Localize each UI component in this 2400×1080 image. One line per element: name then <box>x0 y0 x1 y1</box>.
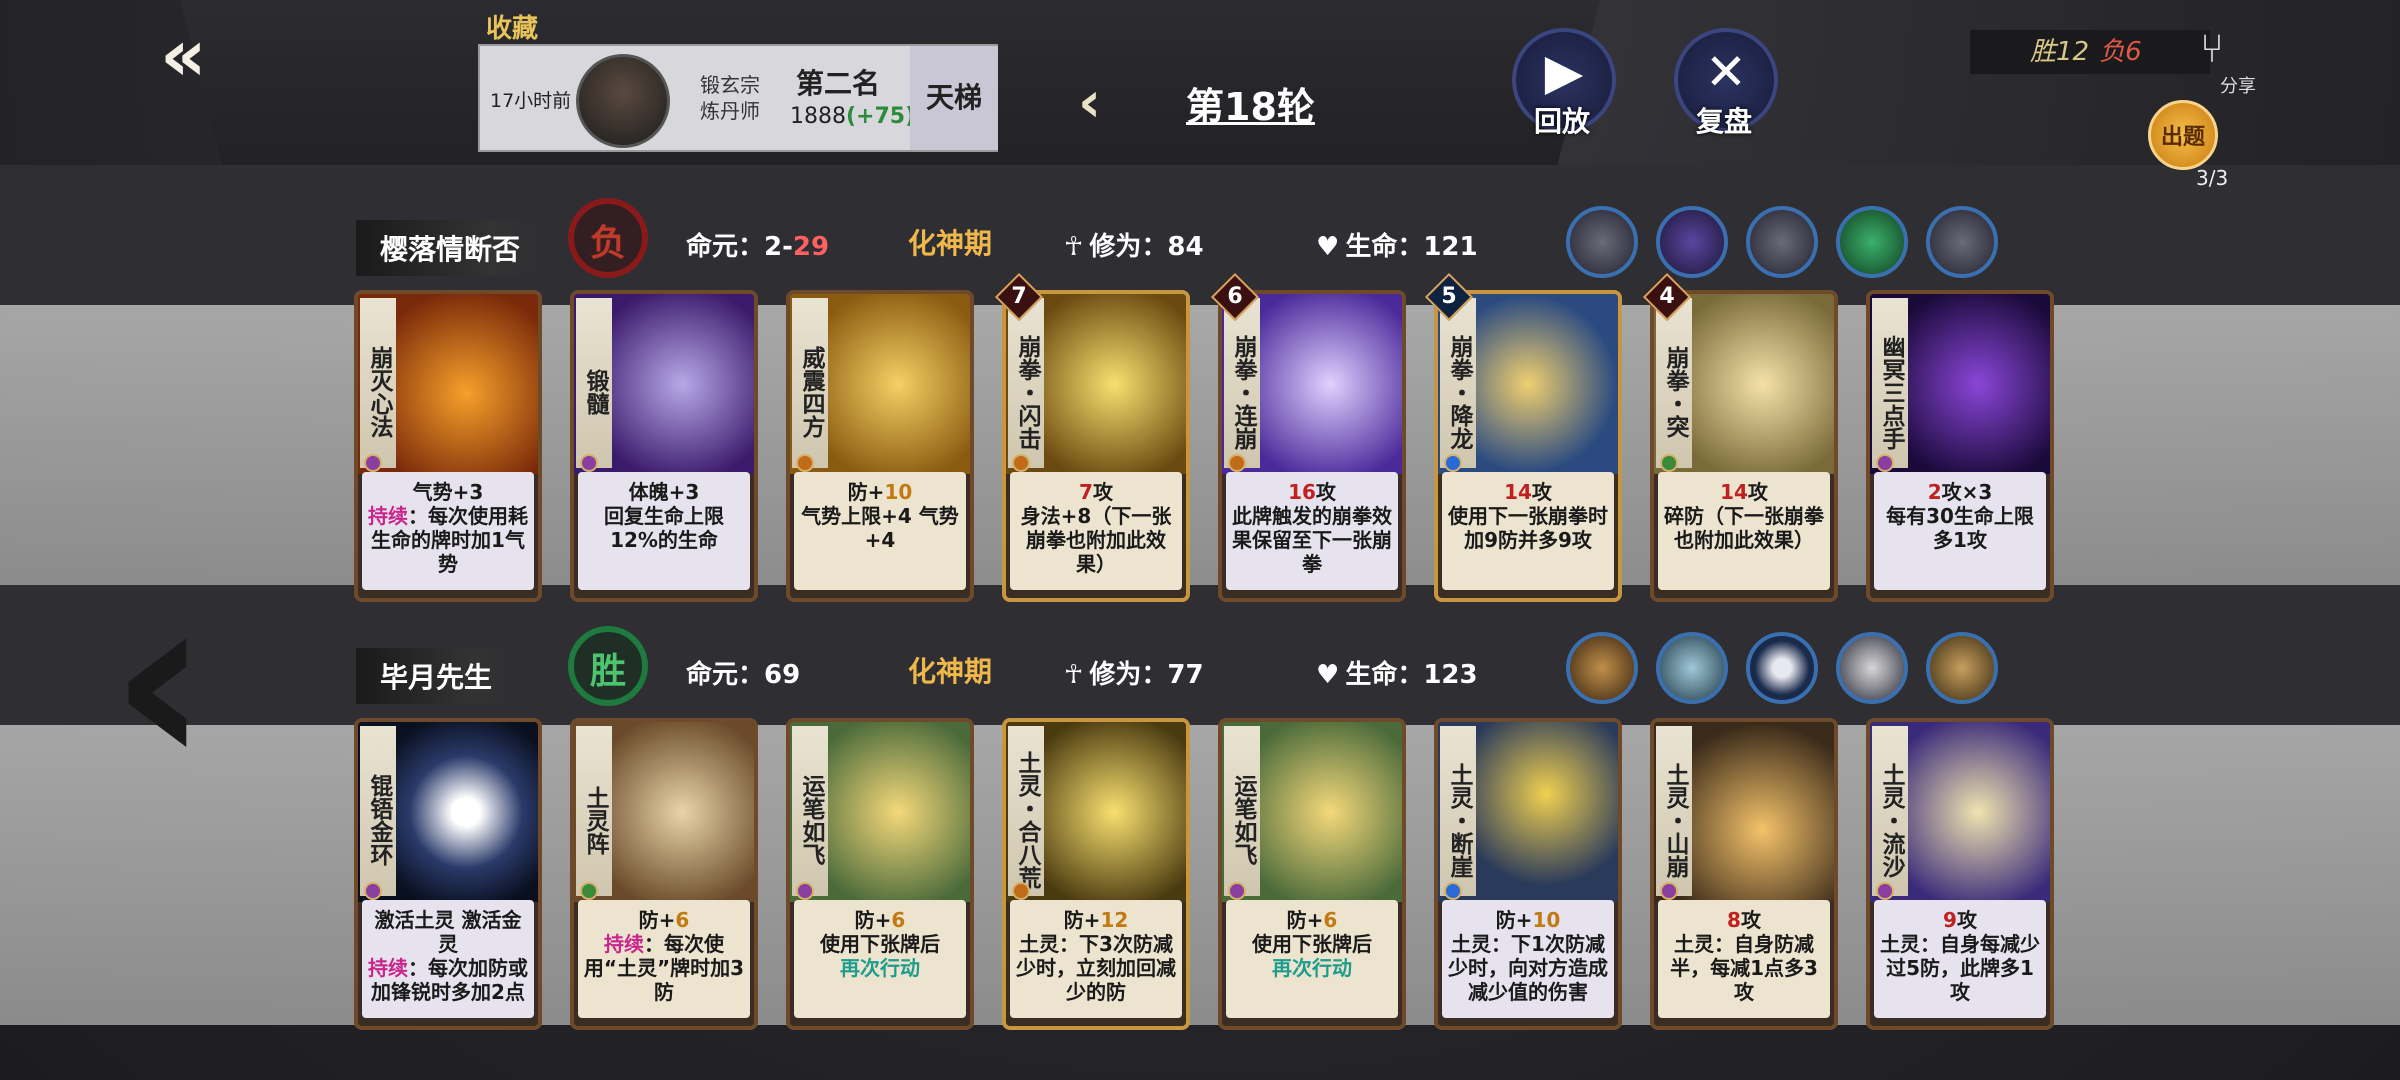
card[interactable]: 崩灭心法 气势+3 持续：每次使用耗生命的牌时加1气势 <box>354 290 542 602</box>
player2-companion-avatar[interactable] <box>1656 632 1728 704</box>
card[interactable]: 威震四方 防+10 气势上限+4 气势+4 <box>786 290 974 602</box>
card[interactable]: 运笔如飞 防+6 使用下张牌后 再次行动 <box>786 718 974 1030</box>
opponent-avatar <box>576 54 670 148</box>
player1-life: 命元：2-29 <box>686 232 830 262</box>
card[interactable]: 土灵・合八荒 防+12 土灵：下3次防减少时，立刻加回减少的防 <box>1002 718 1190 1030</box>
card[interactable]: 崩拳・降龙 14攻 使用下一张崩拳时加9防并多9攻 <box>1434 290 1622 602</box>
player2-companion-avatar[interactable] <box>1836 632 1908 704</box>
player2-result-badge: 胜 <box>568 626 648 706</box>
meditation-icon: ☥ <box>1064 232 1084 262</box>
round-label[interactable]: 第18轮 <box>1186 76 1315 131</box>
player2-realm: 化神期 <box>908 655 993 688</box>
player1-result-badge: 负 <box>568 198 648 278</box>
player2-hp: ♥ 生命：123 <box>1316 660 1478 690</box>
match-time: 17小时前 <box>490 90 572 112</box>
opponent-sect: 锻玄宗 炼丹师 <box>700 73 760 123</box>
previous-round-chevron-icon[interactable]: ‹ <box>1078 70 1101 135</box>
player1-companion-avatar[interactable] <box>1836 206 1908 278</box>
card[interactable]: 土灵阵 防+6 持续：每次使用“土灵”牌时加3防 <box>570 718 758 1030</box>
card[interactable]: 锟铻金环 激活土灵 激活金灵 持续：每次加防或加锋锐时多加2点 <box>354 718 542 1030</box>
opponent-rank: 第二名 <box>796 67 881 100</box>
quest-count: 3/3 <box>2196 166 2229 190</box>
card[interactable]: 锻髓 体魄+3 回复生命上限12%的生命 <box>570 290 758 602</box>
player2-cultivation: ☥ 修为：77 <box>1064 660 1204 690</box>
card[interactable]: 崩拳・连崩 16攻 此牌触发的崩拳效果保留至下一张崩拳 <box>1218 290 1406 602</box>
player2-companion-avatar[interactable] <box>1926 632 1998 704</box>
card[interactable]: 土灵・流沙 9攻 土灵：自身每减少过5防，此牌多1攻 <box>1866 718 2054 1030</box>
favorite-label[interactable]: 收藏 <box>486 8 538 45</box>
player1-companion-avatar[interactable] <box>1656 206 1728 278</box>
win-loss-record: 胜12 负6 <box>1970 30 2210 74</box>
opponent-info-box[interactable]: 17小时前 锻玄宗 炼丹师 第二名 1888(+75) 天梯 <box>478 44 998 152</box>
card[interactable]: 土灵・山崩 8攻 土灵：自身防减半，每减1点多3攻 <box>1650 718 1838 1030</box>
review-label: 复盘 <box>1696 105 1753 138</box>
card[interactable]: 崩拳・突 14攻 碎防（下一张崩拳也附加此效果） <box>1650 290 1838 602</box>
card[interactable]: 土灵・断崖 防+10 土灵：下1次防减少时，向对方造成减少值的伤害 <box>1434 718 1622 1030</box>
heart-icon: ♥ <box>1316 660 1340 690</box>
replay-label: 回放 <box>1534 105 1591 138</box>
card[interactable]: 崩拳・闪击 7攻 身法+8（下一张崩拳也附加此效果） <box>1002 290 1190 602</box>
share-label[interactable]: 分享 <box>2220 72 2256 98</box>
ladder-tab[interactable]: 天梯 <box>910 46 998 150</box>
back-button[interactable]: « <box>160 19 260 91</box>
previous-chevron-icon[interactable]: ‹ <box>110 560 209 800</box>
heart-icon: ♥ <box>1316 232 1340 262</box>
player1-realm: 化神期 <box>908 227 993 260</box>
player2-name[interactable]: 毕月先生 <box>356 648 523 704</box>
player2-companion-avatar[interactable] <box>1566 632 1638 704</box>
card[interactable]: 运笔如飞 防+6 使用下张牌后 再次行动 <box>1218 718 1406 1030</box>
player1-name[interactable]: 樱落情断否 <box>356 220 551 276</box>
player2-companion-avatar[interactable] <box>1746 632 1818 704</box>
meditation-icon: ☥ <box>1064 660 1084 690</box>
player1-cultivation: ☥ 修为：84 <box>1064 232 1204 262</box>
player1-companion-avatar[interactable] <box>1566 206 1638 278</box>
card[interactable]: 幽冥三点手 2攻×3 每有30生命上限多1攻 <box>1866 290 2054 602</box>
player1-companion-avatar[interactable] <box>1746 206 1818 278</box>
player1-hp: ♥ 生命：121 <box>1316 232 1478 262</box>
quest-button[interactable]: 出题 <box>2148 100 2218 170</box>
player2-life: 命元：69 <box>686 660 801 690</box>
player1-companion-avatar[interactable] <box>1926 206 1998 278</box>
opponent-score: 1888(+75) <box>790 104 916 129</box>
